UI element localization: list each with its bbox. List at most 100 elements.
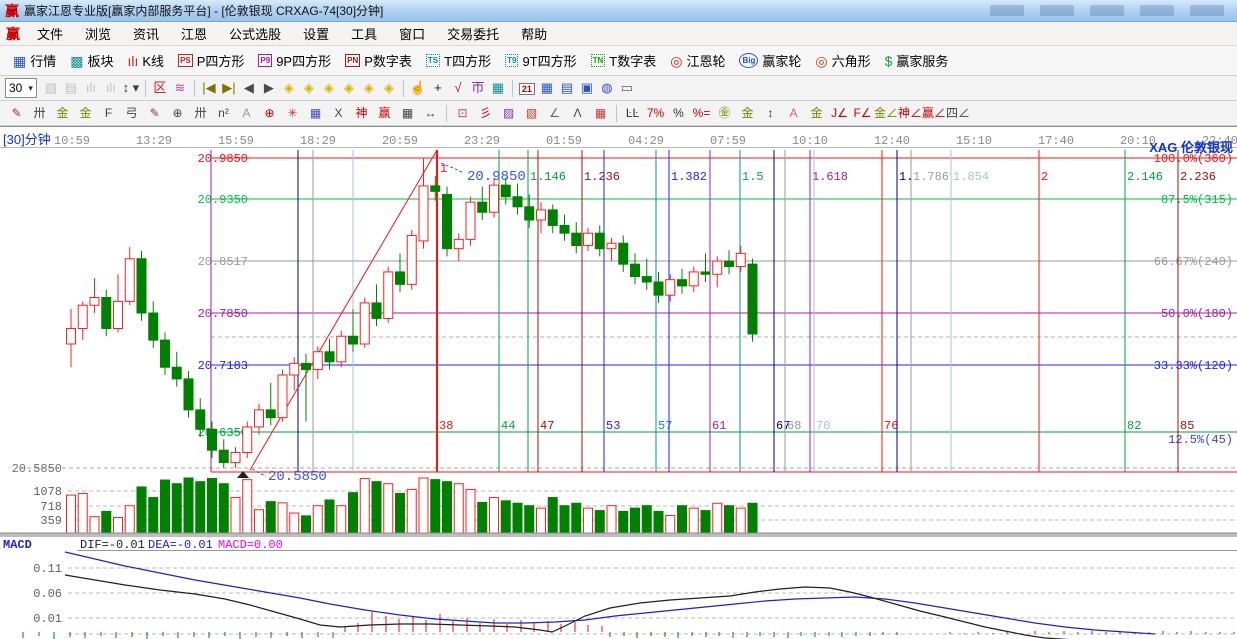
p-number-table-button[interactable]: PNP数字表	[338, 51, 419, 70]
toolbar-separator	[512, 80, 513, 97]
gold-angle-icon[interactable]: 金∠	[874, 103, 898, 123]
percent-eq-icon[interactable]: %=	[690, 103, 713, 123]
spiral-icon[interactable]: 弓	[120, 103, 143, 123]
t-square-button[interactable]: TST四方形	[419, 51, 498, 70]
rays-icon[interactable]: 彡	[474, 103, 497, 123]
expand-h-icon[interactable]: ◈	[319, 78, 339, 98]
winner-wheel-button[interactable]: Big赢家轮	[732, 51, 808, 70]
menu-item-9[interactable]: 帮助	[510, 24, 558, 43]
ying-angle-icon[interactable]: 赢∠	[922, 103, 946, 123]
gold-bar-icon[interactable]: 金	[736, 103, 759, 123]
calculator-icon[interactable]: ▦	[537, 78, 557, 98]
star-web-icon[interactable]: ✳	[281, 103, 304, 123]
menu-item-5[interactable]: 设置	[292, 24, 340, 43]
n-square-icon[interactable]: n²	[212, 103, 235, 123]
knot-tool-icon[interactable]: 帀	[468, 78, 488, 98]
menu-item-4[interactable]: 公式选股	[218, 24, 292, 43]
9t-square-button[interactable]: T99T四方形	[498, 51, 584, 70]
menu-item-2[interactable]: 资讯	[122, 24, 170, 43]
f-angle-icon[interactable]: F∠	[851, 103, 874, 123]
blue-grid-icon[interactable]: ▦	[304, 103, 327, 123]
main-chart[interactable]: 10:5913:2915:5918:2920:5923:2901:5904:29…	[0, 126, 1237, 639]
hexagon-button[interactable]: ◎六角形	[808, 51, 877, 70]
gann-comb-icon[interactable]: 卅	[28, 103, 51, 123]
shen-angle-icon[interactable]: 神∠	[898, 103, 922, 123]
sectors-button[interactable]: ▩板块	[63, 51, 120, 70]
f-grid-icon[interactable]: F	[97, 103, 120, 123]
print-icon[interactable]: ▭	[617, 78, 637, 98]
first-bar-icon[interactable]: |◀	[199, 78, 219, 98]
bars9-disabled-icon[interactable]: ılı	[101, 78, 121, 98]
red-grid2-icon[interactable]: ▦	[589, 103, 612, 123]
win-blob-5[interactable]	[1190, 5, 1224, 16]
comb2-icon[interactable]: 卅	[189, 103, 212, 123]
menu-item-8[interactable]: 交易委托	[436, 24, 510, 43]
interval-dropdown[interactable]: 30 ▾	[5, 78, 37, 98]
gold-circle-icon[interactable]: ㊎	[713, 103, 736, 123]
compress-all-icon[interactable]: ◈	[379, 78, 399, 98]
box-plus-icon[interactable]: ⊡	[451, 103, 474, 123]
red-target-icon[interactable]: ⊕	[258, 103, 281, 123]
gold-grid2-icon[interactable]: 金	[74, 103, 97, 123]
x-tool-icon[interactable]: X	[327, 103, 350, 123]
menu-item-3[interactable]: 江恩	[170, 24, 218, 43]
pen-tool-icon[interactable]: ✎	[5, 103, 28, 123]
p-square-button[interactable]: PSP四方形	[171, 51, 251, 70]
v-pen-icon[interactable]: ↕	[759, 103, 782, 123]
maze-tool-icon[interactable]: ▦	[488, 78, 508, 98]
kline-button[interactable]: ılıK线	[121, 51, 172, 70]
shift-left-icon[interactable]: ◈	[279, 78, 299, 98]
market-quotes-button[interactable]: ▦行情	[6, 51, 63, 70]
9p-square-button[interactable]: P99P四方形	[251, 51, 338, 70]
menu-item-0[interactable]: 文件	[26, 24, 74, 43]
grid-123-icon[interactable]: ▦	[396, 103, 419, 123]
shen-tool-icon[interactable]: 神	[350, 103, 373, 123]
menu-item-6[interactable]: 工具	[340, 24, 388, 43]
gold-grid-icon[interactable]: 金	[51, 103, 74, 123]
fan-a-icon[interactable]: A	[782, 103, 805, 123]
win-blob-1[interactable]	[990, 5, 1024, 16]
note-disabled-icon[interactable]: ▤	[61, 78, 81, 98]
marker-pen-icon[interactable]: ✎	[143, 103, 166, 123]
menu-item-7[interactable]: 窗口	[388, 24, 436, 43]
win-blob-3[interactable]	[1090, 5, 1124, 16]
region-select-icon[interactable]: 区	[150, 78, 170, 98]
pattern-disabled-icon[interactable]: ▧	[41, 78, 61, 98]
compress-v-icon[interactable]: ◈	[359, 78, 379, 98]
menu-item-1[interactable]: 浏览	[74, 24, 122, 43]
purple-grid-icon[interactable]: ▨	[497, 103, 520, 123]
red-grid-icon[interactable]: ▧	[520, 103, 543, 123]
percent-icon[interactable]: %	[667, 103, 690, 123]
winner-service-button[interactable]: $赢家服务	[878, 51, 956, 70]
browser-icon[interactable]: ◍	[597, 78, 617, 98]
percent-line-icon[interactable]: 7%	[644, 103, 667, 123]
width-tool-icon[interactable]: ↔	[419, 103, 442, 123]
win-blob-2[interactable]	[1040, 5, 1074, 16]
price-scale-icon[interactable]: ĿĿ	[621, 103, 644, 123]
rays2-icon[interactable]: ∠	[543, 103, 566, 123]
probe-icon[interactable]: √	[448, 78, 468, 98]
last-bar-icon[interactable]: ▶|	[219, 78, 239, 98]
next-bar-icon[interactable]: ▶	[259, 78, 279, 98]
shift-right-icon[interactable]: ◈	[299, 78, 319, 98]
circle-target-icon[interactable]: ⊕	[166, 103, 189, 123]
si-angle-icon[interactable]: 四∠	[946, 103, 970, 123]
save-disk-icon[interactable]: ▣	[577, 78, 597, 98]
hand-tool-icon[interactable]: ☝	[408, 78, 428, 98]
angle-a-icon[interactable]: A	[235, 103, 258, 123]
calendar-icon[interactable]: 21	[517, 78, 537, 98]
crosshair-icon[interactable]: +	[428, 78, 448, 98]
gold-line-icon[interactable]: 金	[805, 103, 828, 123]
prev-bar-icon[interactable]: ◀	[239, 78, 259, 98]
wave-icon[interactable]: Ʌ	[566, 103, 589, 123]
gann-wheel-button[interactable]: ◎江恩轮	[663, 51, 732, 70]
candle-style-icon[interactable]: ↕ ▾	[121, 78, 141, 98]
color-bars-icon[interactable]: ≋	[170, 78, 190, 98]
bars3-disabled-icon[interactable]: ılı	[81, 78, 101, 98]
notepad-icon[interactable]: ▤	[557, 78, 577, 98]
compress-h-icon[interactable]: ◈	[339, 78, 359, 98]
j-angle-icon[interactable]: J∠	[828, 103, 851, 123]
ying-tool-icon[interactable]: 赢	[373, 103, 396, 123]
win-blob-4[interactable]	[1140, 5, 1174, 16]
t-number-table-button[interactable]: TNT数字表	[584, 51, 664, 70]
